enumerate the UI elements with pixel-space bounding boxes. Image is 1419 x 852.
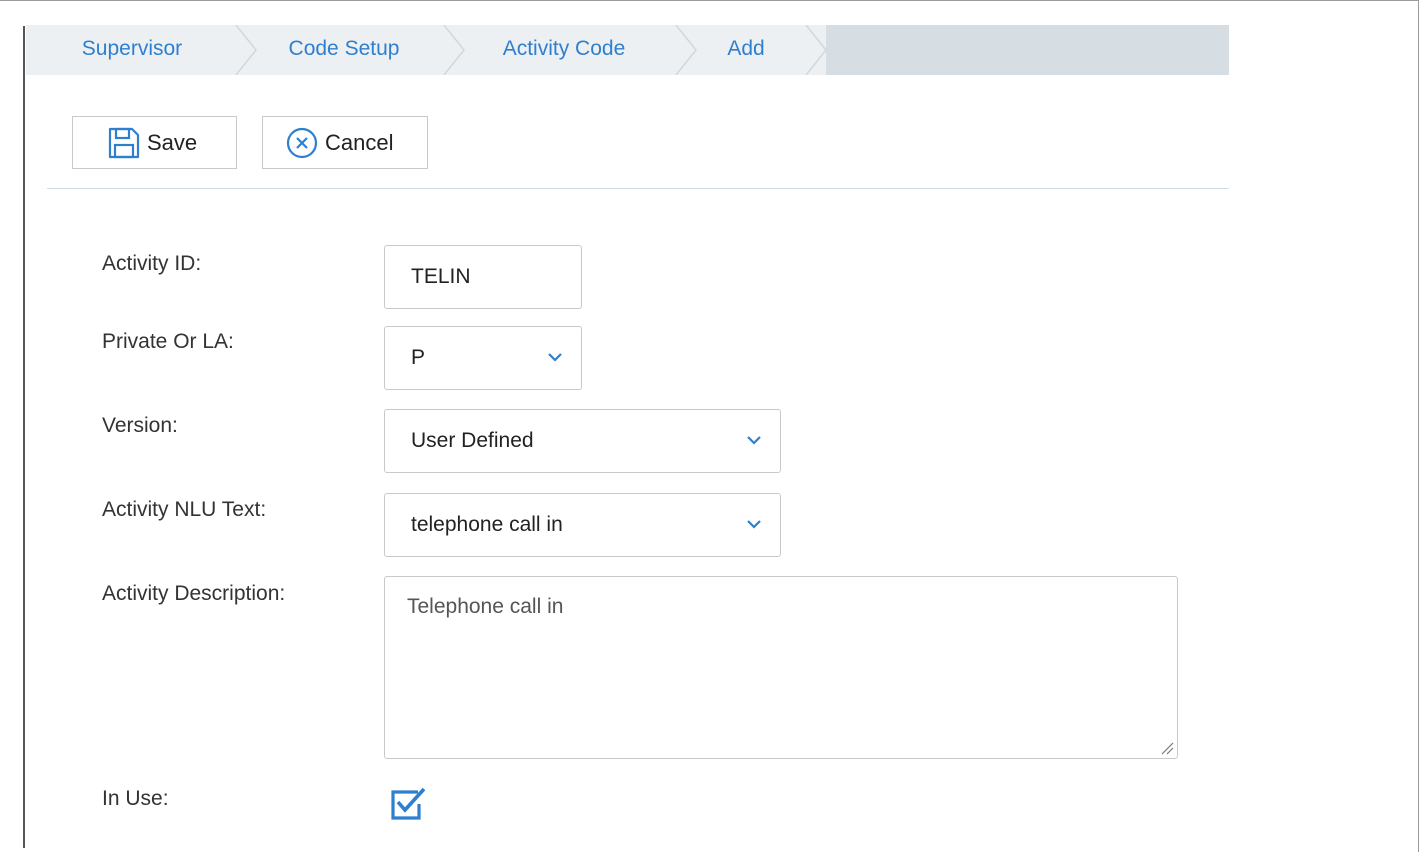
cancel-button[interactable]: Cancel [262,116,428,169]
save-button[interactable]: Save [72,116,237,169]
activity-id-label: Activity ID: [102,252,202,275]
in-use-checkbox[interactable] [389,782,429,822]
breadcrumb-label: Activity Code [502,37,626,60]
left-border [23,26,25,848]
chevron-down-icon [747,520,761,529]
save-label: Save [147,129,198,155]
nlu-text-label: Activity NLU Text: [102,498,267,521]
in-use-label: In Use: [102,787,169,810]
breadcrumb-item-add: Add [694,25,798,75]
breadcrumb: Supervisor Code Setup Activity Code Add [26,25,1229,75]
floppy-disk-icon [107,126,141,160]
chevron-down-icon [747,436,761,445]
cancel-label: Cancel [325,129,394,155]
circle-x-icon [285,126,319,160]
activity-id-input[interactable]: TELIN [384,245,582,309]
breadcrumb-label: Supervisor [81,37,183,60]
version-label: Version: [102,414,178,437]
nlu-text-select[interactable]: telephone call in [384,493,781,557]
breadcrumb-end-arrow [802,25,827,75]
breadcrumb-item-code-setup[interactable]: Code Setup [254,25,434,75]
resize-handle-icon[interactable] [1160,741,1174,755]
chevron-down-icon [548,353,562,362]
breadcrumb-label: Code Setup [288,37,400,60]
nlu-text-value: telephone call in [411,513,563,536]
app-window: Supervisor Code Setup Activity Code Add [0,0,1419,852]
toolbar-divider [47,188,1229,189]
breadcrumb-item-activity-code[interactable]: Activity Code [466,25,662,75]
activity-id-value: TELIN [411,265,471,288]
private-or-la-select[interactable]: P [384,326,582,390]
private-or-la-label: Private Or LA: [102,330,234,353]
description-value: Telephone call in [407,595,564,618]
version-value: User Defined [411,429,534,452]
description-textarea[interactable]: Telephone call in [384,576,1178,759]
breadcrumb-item-supervisor[interactable]: Supervisor [26,25,238,75]
version-select[interactable]: User Defined [384,409,781,473]
description-label: Activity Description: [102,582,286,605]
breadcrumb-label: Add [727,37,765,60]
